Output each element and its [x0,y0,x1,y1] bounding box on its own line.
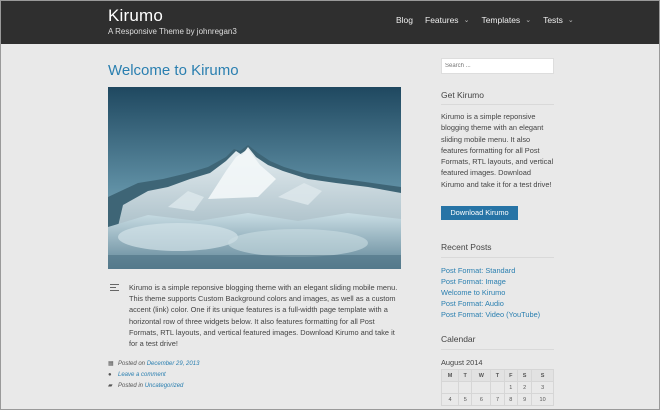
nav-item-tests[interactable]: Tests ⌄ [543,15,574,25]
category-link[interactable]: Uncategorized [145,383,184,389]
post-meta: ▦ Posted on December 29, 2013 ● Leave a co… [108,358,199,391]
calendar-day: 7 [490,393,505,406]
day-header: T [458,369,473,382]
leave-comment-link[interactable]: Leave a comment [118,372,166,378]
calendar-week-row: 1 2 3 [440,381,554,394]
recent-post-link[interactable]: Post Format: Image [441,276,540,287]
featured-image[interactable] [108,87,401,269]
calendar-day: 4 [440,393,460,406]
day-header: M [440,369,460,382]
recent-posts-list: Post Format: Standard Post Format: Image… [441,265,540,320]
calendar-table: M T W T F S S 1 2 3 4 5 6 7 8 9 10 [440,369,554,406]
day-header: S [531,369,554,382]
post-excerpt: Kirumo is a simple reponsive blogging th… [129,283,398,349]
calendar-day: 9 [516,393,533,406]
get-kirumo-text: Kirumo is a simple reponsive blogging th… [441,112,554,189]
calendar-header-row: M T W T F S S [440,369,554,382]
calendar-caption: August 2014 [441,358,483,367]
nav-label: Blog [396,15,414,25]
recent-post-link[interactable]: Post Format: Audio [441,298,540,309]
browser-frame: Kirumo A Responsive Theme by johnregan3 … [0,0,660,410]
nav-item-templates[interactable]: Templates ⌄ [481,15,531,25]
nav-item-blog[interactable]: Blog [396,15,413,25]
calendar-icon: ▦ [108,361,114,367]
nav-label: Features [425,15,459,25]
calendar-day: 1 [503,381,518,394]
post-date-link[interactable]: December 29, 2013 [147,361,200,367]
search-input[interactable] [441,58,554,74]
calendar-day: 8 [503,393,518,406]
nav-label: Templates [481,15,521,25]
download-kirumo-button[interactable]: Download Kirumo [441,206,518,220]
calendar-day: 5 [458,393,473,406]
folder-icon: ▰ [108,383,113,389]
calendar-day: 3 [531,381,554,394]
post-title[interactable]: Welcome to Kirumo [108,62,239,79]
posted-on-label: Posted on [118,360,146,367]
day-header: W [471,369,492,382]
divider [441,257,554,258]
calendar-day [458,381,473,394]
calendar-day [490,381,505,394]
divider [441,349,554,350]
standard-format-icon [110,284,119,292]
calendar-day: 6 [471,393,492,406]
nav-label: Tests [543,15,563,25]
day-header: F [503,369,518,382]
site-tagline: A Responsive Theme by johnregan3 [108,27,237,36]
chevron-down-icon: ⌄ [525,17,532,24]
calendar-day: 2 [516,381,533,394]
calendar-day [440,381,460,394]
site-header: Kirumo A Responsive Theme by johnregan3 … [1,1,659,44]
day-header: S [516,369,533,382]
chevron-down-icon: ⌄ [567,17,574,24]
calendar-day [471,381,492,394]
comment-icon: ● [108,371,112,378]
divider [441,104,554,105]
recent-posts-title: Recent Posts [441,242,492,252]
get-kirumo-title: Get Kirumo [441,90,484,100]
calendar-day: 10 [531,393,554,406]
nav-item-features[interactable]: Features ⌄ [425,15,469,25]
calendar-title: Calendar [441,334,476,344]
recent-post-link[interactable]: Post Format: Video (YouTube) [441,309,540,320]
calendar-week-row: 4 5 6 7 8 9 10 [440,393,554,406]
site-title[interactable]: Kirumo [108,6,163,26]
recent-post-link[interactable]: Welcome to Kirumo [441,287,540,298]
recent-post-link[interactable]: Post Format: Standard [441,265,540,276]
day-header: T [490,369,505,382]
main-nav: Blog Features ⌄ Templates ⌄ Tests ⌄ [396,15,586,25]
posted-in-label: Posted in [118,382,144,389]
chevron-down-icon: ⌄ [463,17,470,24]
